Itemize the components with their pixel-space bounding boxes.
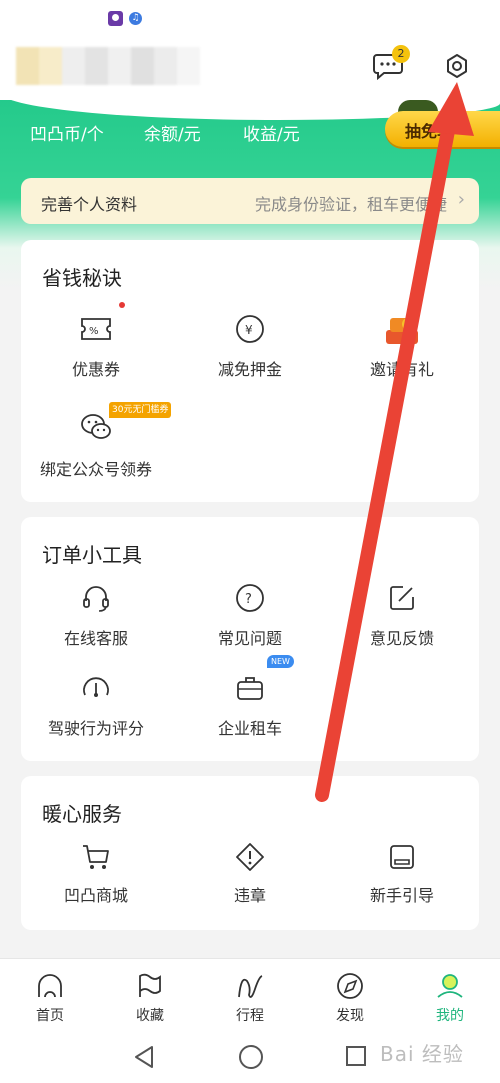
edit-icon [390,586,414,610]
complete-profile-card[interactable]: 完善个人资料 完成身份验证，租车更便捷 › [21,178,479,224]
tab-favorites[interactable]: 收藏 [100,959,200,1032]
tile-label: 驾驶行为评分 [47,719,144,738]
tab-label: 发现 [336,1008,364,1024]
tab-discover[interactable]: 发现 [300,959,400,1032]
headset-icon [83,586,109,612]
watermark: Bai 经验 [380,1042,464,1066]
new-dot [119,302,125,308]
tab-trips[interactable]: 行程 [200,959,300,1032]
care-services-card: 暖心服务 凹凸商城 违章 新手引导 [21,776,479,930]
driving-score-item[interactable]: 驾驶行为评分 [21,669,171,739]
tab-home[interactable]: 首页 [0,959,100,1032]
lottery-label: 抽免单 [405,122,454,141]
tile-label: 绑定公众号领券 [39,460,152,479]
deposit-waiver-item[interactable]: ¥ 减免押金 [175,310,325,380]
speedometer-icon [83,677,109,697]
yuan-coin-icon: ¥ [236,315,264,343]
svg-text:¥: ¥ [405,320,410,329]
user-info-blurred[interactable] [16,47,200,85]
settings-button[interactable] [442,52,472,82]
briefcase-icon [237,677,263,700]
compass-icon [337,973,363,999]
tab-label: 行程 [236,1008,264,1024]
tile-label: 优惠券 [71,360,120,379]
home-icon [38,974,62,998]
coupon-icon: % [81,318,111,340]
feedback-item[interactable]: 意见反馈 [327,579,477,649]
tile-label: 企业租车 [217,719,282,738]
tile-label: 常见问题 [217,629,282,648]
tile-label: 新手引导 [369,886,434,905]
invite-gift-item[interactable]: ¥ 邀请有礼 [327,310,477,380]
lottery-button[interactable]: 抽免单 [385,111,500,147]
tile-label: 邀请有礼 [369,360,434,379]
coupon-item[interactable]: % 优惠券 [21,302,171,380]
gear-icon [447,54,467,78]
tab-profile[interactable]: 我的 [400,959,500,1032]
wechat-icon [81,414,111,439]
tile-label: 违章 [233,886,266,905]
status-bar: ♫ [0,0,500,40]
bottom-tab-bar: 首页 收藏 行程 发现 我的 [0,958,500,1032]
online-support-item[interactable]: 在线客服 [21,579,171,649]
tile-label: 凹凸商城 [63,886,128,905]
faq-item[interactable]: ? 常见问题 [175,579,325,649]
violation-item[interactable]: 违章 [175,840,325,910]
stat-earnings[interactable]: 收益/元 [243,120,300,145]
route-icon [238,975,263,998]
message-count-badge: 2 [392,45,410,63]
tile-label: 在线客服 [63,629,128,648]
music-icon: ♫ [129,12,142,25]
profile-icon [437,974,463,998]
flag-icon [139,973,161,997]
cart-icon [83,845,109,869]
tile-label: 减免押金 [217,360,282,379]
home-circle-icon[interactable] [238,1044,264,1070]
svg-text:%: % [89,326,99,337]
chevron-right-icon: › [457,189,465,210]
profile-card-hint: 完成身份验证，租车更便捷 [254,195,447,214]
saving-tips-card: 省钱秘诀 % 优惠券 ¥ 减免押金 ¥ 邀请有礼 30元无门槛券 绑定公众号领券 [21,240,479,502]
tab-label: 我的 [436,1008,464,1024]
warning-diamond-icon [236,843,264,871]
order-tools-card: 订单小工具 在线客服 ? 常见问题 意见反馈 驾驶行为评分 NEW 企业租车 [21,517,479,761]
back-icon[interactable] [133,1045,155,1069]
svg-text:?: ? [245,592,252,607]
wechat-bind-item[interactable]: 30元无门槛券 绑定公众号领券 [21,402,172,479]
guide-icon [390,845,414,869]
tab-label: 收藏 [136,1008,164,1024]
mall-item[interactable]: 凹凸商城 [21,840,171,910]
gift-stack-icon: ¥ [386,318,418,344]
section-title: 暖心服务 [42,802,122,826]
tile-label: 意见反馈 [369,629,434,648]
new-tag: NEW [267,655,294,668]
profile-card-title: 完善个人资料 [41,195,138,214]
stat-balance[interactable]: 余额/元 [144,120,201,145]
section-title: 省钱秘诀 [42,266,122,290]
question-icon: ? [236,584,264,612]
section-title: 订单小工具 [42,543,142,567]
recent-apps-icon[interactable] [345,1045,367,1067]
app-notification-icon [108,11,123,26]
promo-tag: 30元无门槛券 [109,402,172,418]
svg-text:¥: ¥ [245,323,253,337]
stat-coins[interactable]: 凹凸币/个 [30,120,104,145]
beginner-guide-item[interactable]: 新手引导 [327,840,477,910]
corporate-rental-item[interactable]: NEW 企业租车 [175,655,325,739]
tab-label: 首页 [36,1008,64,1024]
